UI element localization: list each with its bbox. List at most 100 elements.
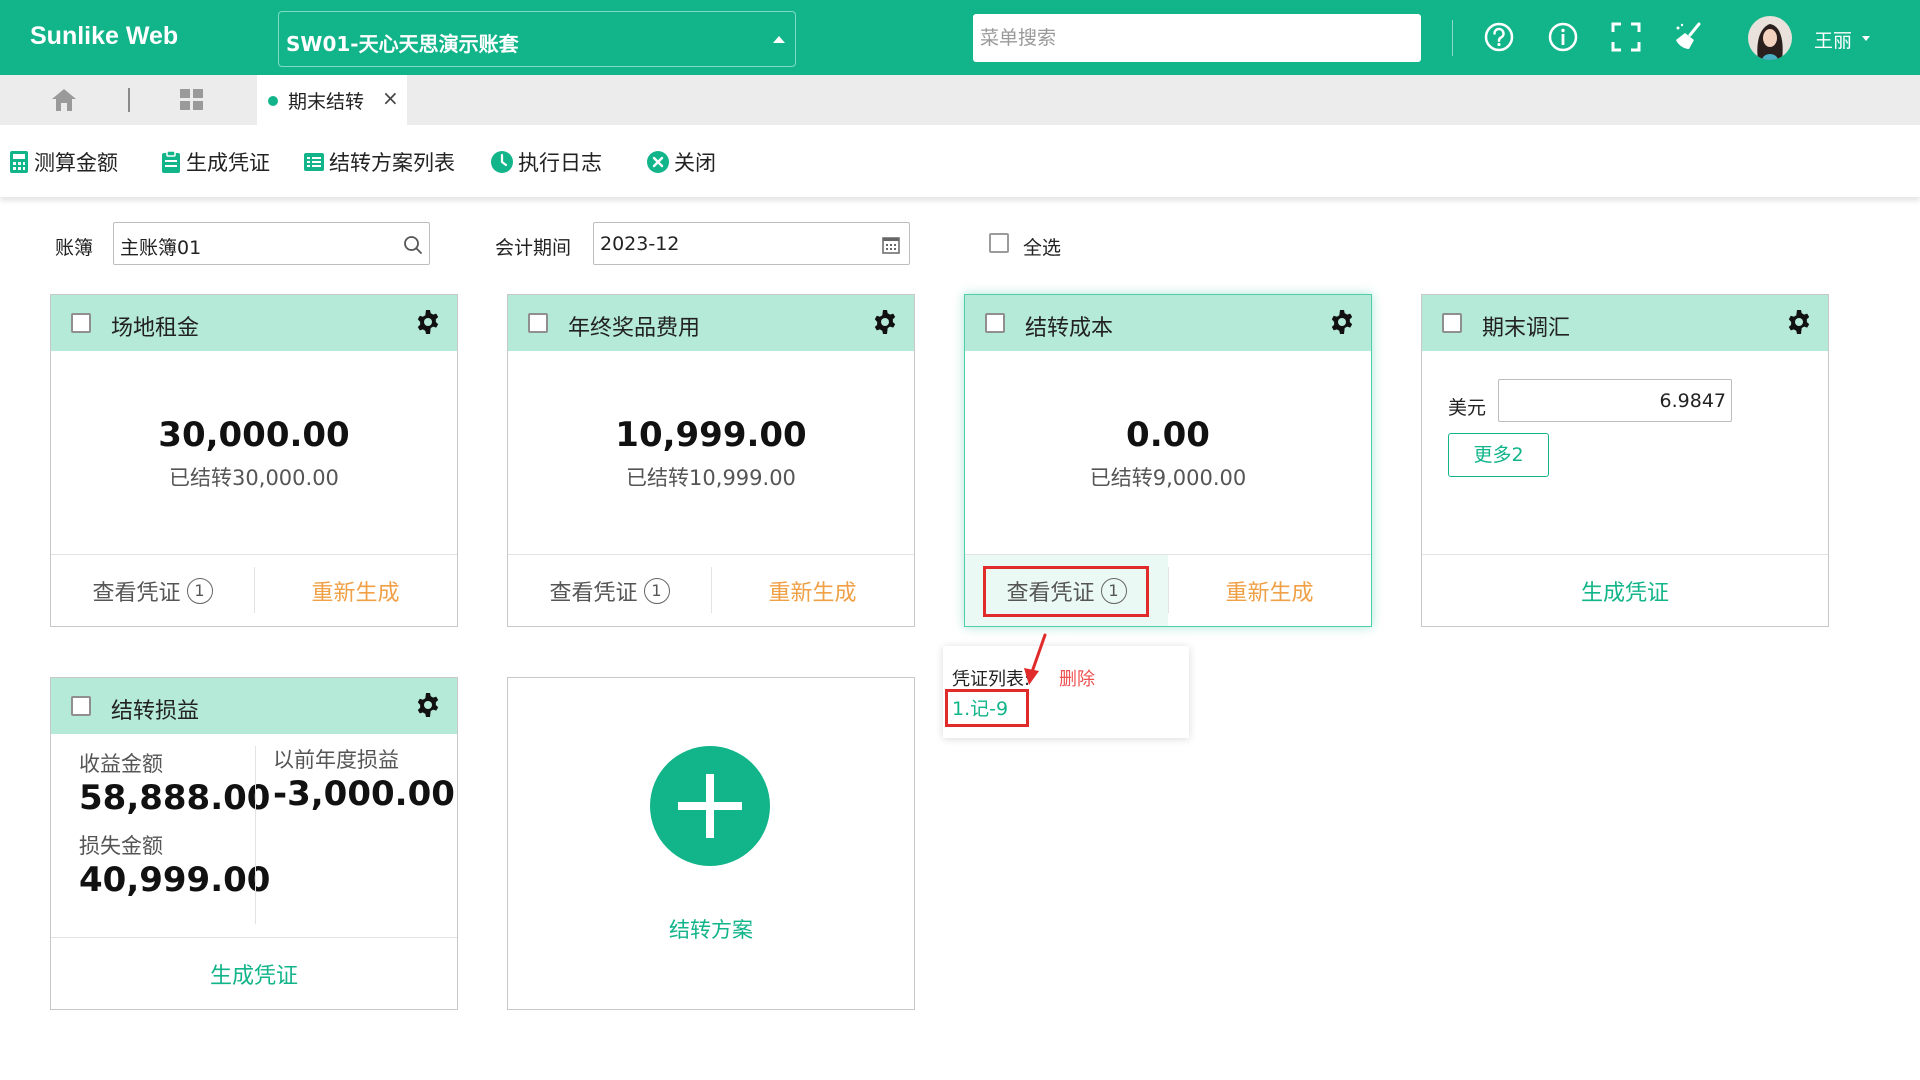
view-voucher-button[interactable]: 查看凭证 1 bbox=[508, 555, 711, 626]
ledger-value: 主账簿01 bbox=[120, 237, 202, 259]
generate-voucher-label: 生成凭证 bbox=[186, 151, 270, 175]
divider bbox=[128, 88, 130, 112]
gear-icon[interactable] bbox=[415, 309, 441, 335]
regenerate-button[interactable]: 重新生成 bbox=[711, 555, 914, 626]
period-label: 会计期间 bbox=[495, 237, 572, 259]
exchange-rate-input[interactable]: 6.9847 bbox=[1498, 379, 1732, 422]
home-icon[interactable] bbox=[50, 87, 78, 113]
tab-label: 期末结转 bbox=[288, 91, 365, 113]
close-label: 关闭 bbox=[674, 151, 716, 175]
voucher-count-badge: 1 bbox=[643, 577, 670, 604]
gear-icon[interactable] bbox=[1329, 309, 1355, 335]
card-checkbox[interactable] bbox=[985, 313, 1005, 333]
card-header: 结转成本 bbox=[965, 295, 1371, 351]
period-input[interactable]: 2023-12 bbox=[593, 222, 910, 265]
annotation-arrow-icon bbox=[1024, 633, 1047, 685]
add-scheme-card[interactable]: 结转方案 bbox=[507, 677, 915, 1010]
card-header: 年终奖品费用 bbox=[508, 295, 914, 351]
regenerate-button[interactable]: 重新生成 bbox=[254, 555, 457, 626]
estimate-button[interactable]: 测算金额 bbox=[8, 147, 118, 177]
highlight-box bbox=[983, 566, 1149, 617]
transfer-card-rent: 场地租金 30,000.00 已结转30,000.00 查看凭证 1 重新生成 bbox=[50, 294, 458, 627]
loss-label: 损失金额 bbox=[79, 834, 163, 858]
fullscreen-icon[interactable] bbox=[1609, 20, 1643, 54]
scheme-list-button[interactable]: 结转方案列表 bbox=[303, 147, 455, 177]
exec-log-label: 执行日志 bbox=[518, 151, 602, 175]
card-header: 期末调汇 bbox=[1422, 295, 1828, 351]
highlight-box bbox=[945, 689, 1029, 727]
info-icon[interactable] bbox=[1546, 20, 1580, 54]
divider bbox=[1452, 20, 1453, 56]
select-all-label: 全选 bbox=[1023, 237, 1062, 259]
add-icon[interactable] bbox=[650, 746, 770, 866]
card-checkbox[interactable] bbox=[1442, 313, 1462, 333]
tab-bar: 期末结转 × bbox=[0, 75, 1920, 125]
more-button[interactable]: 更多2 bbox=[1448, 433, 1549, 477]
card-checkbox[interactable] bbox=[71, 313, 91, 333]
carried-amount: 已结转30,000.00 bbox=[169, 466, 339, 490]
exec-log-button[interactable]: 执行日志 bbox=[490, 147, 602, 177]
close-circle-icon bbox=[647, 151, 669, 173]
period-value: 2023-12 bbox=[600, 233, 680, 255]
chevron-down-icon[interactable] bbox=[1862, 36, 1870, 41]
account-set-select[interactable]: SW01-天心天思演示账套 bbox=[278, 11, 796, 67]
add-scheme-label[interactable]: 结转方案 bbox=[508, 914, 914, 944]
income-label: 收益金额 bbox=[79, 752, 163, 776]
gear-icon[interactable] bbox=[1786, 309, 1812, 335]
clock-icon bbox=[491, 151, 513, 173]
menu-search-input[interactable] bbox=[973, 14, 1421, 62]
clean-icon[interactable] bbox=[1672, 20, 1706, 54]
list-icon bbox=[304, 153, 324, 171]
top-bar: Sunlike Web SW01-天心天思演示账套 王丽 bbox=[0, 0, 1920, 75]
carried-amount: 已结转9,000.00 bbox=[1089, 466, 1247, 490]
amount: 10,999.00 bbox=[615, 415, 807, 455]
close-icon[interactable]: × bbox=[382, 86, 399, 110]
account-set-value: SW01-天心天思演示账套 bbox=[286, 32, 519, 56]
gear-icon[interactable] bbox=[872, 309, 898, 335]
clipboard-icon bbox=[162, 150, 180, 173]
transfer-card-pl: 结转损益 收益金额 58,888.00 损失金额 40,999.00 以前年度损… bbox=[50, 677, 458, 1010]
card-title: 场地租金 bbox=[111, 316, 200, 341]
exchange-rate-value: 6.9847 bbox=[1659, 390, 1726, 412]
ledger-input[interactable]: 主账簿01 bbox=[113, 222, 430, 265]
ledger-label: 账簿 bbox=[55, 237, 94, 259]
view-voucher-button[interactable]: 查看凭证 1 bbox=[51, 555, 254, 626]
card-footer: 生成凭证 bbox=[51, 937, 457, 1009]
regenerate-button[interactable]: 重新生成 bbox=[1168, 555, 1371, 626]
generate-voucher-button[interactable]: 生成凭证 bbox=[51, 938, 457, 1009]
currency-label: 美元 bbox=[1448, 397, 1487, 419]
select-all-checkbox[interactable] bbox=[989, 233, 1009, 253]
card-checkbox[interactable] bbox=[528, 313, 548, 333]
card-footer: 查看凭证 1 重新生成 bbox=[51, 554, 457, 626]
transfer-card-fx: 期末调汇 美元 6.9847 更多2 生成凭证 bbox=[1421, 294, 1829, 627]
prior-year-label: 以前年度损益 bbox=[273, 748, 399, 772]
gear-icon[interactable] bbox=[415, 692, 441, 718]
toolbar: 测算金额 生成凭证 结转方案列表 执行日志 关闭 bbox=[0, 125, 1920, 197]
prior-year-amount: -3,000.00 bbox=[273, 774, 455, 814]
card-title: 期末调汇 bbox=[1482, 316, 1571, 341]
avatar[interactable] bbox=[1748, 16, 1792, 60]
loss-amount: 40,999.00 bbox=[79, 860, 271, 900]
grid-icon[interactable] bbox=[178, 87, 206, 113]
divider bbox=[255, 746, 256, 924]
generate-voucher-button[interactable]: 生成凭证 bbox=[160, 147, 270, 177]
card-checkbox[interactable] bbox=[71, 696, 91, 716]
card-footer: 查看凭证 1 重新生成 bbox=[508, 554, 914, 626]
calendar-icon[interactable] bbox=[881, 235, 901, 255]
close-button[interactable]: 关闭 bbox=[646, 147, 716, 177]
view-voucher-label: 查看凭证 bbox=[549, 580, 638, 606]
card-header: 结转损益 bbox=[51, 678, 457, 734]
amount: 30,000.00 bbox=[158, 415, 350, 455]
carried-amount: 已结转10,999.00 bbox=[626, 466, 796, 490]
help-icon[interactable] bbox=[1482, 20, 1516, 54]
active-dot-icon bbox=[268, 96, 278, 106]
tab-period-end-transfer[interactable]: 期末结转 × bbox=[257, 75, 407, 125]
card-footer: 生成凭证 bbox=[1422, 554, 1828, 626]
card-title: 年终奖品费用 bbox=[568, 316, 701, 341]
voucher-count-badge: 1 bbox=[186, 577, 213, 604]
search-icon[interactable] bbox=[403, 235, 423, 255]
calculator-icon bbox=[10, 151, 28, 173]
estimate-label: 测算金额 bbox=[34, 151, 118, 175]
user-name[interactable]: 王丽 bbox=[1814, 26, 1852, 53]
generate-voucher-button[interactable]: 生成凭证 bbox=[1422, 555, 1828, 626]
